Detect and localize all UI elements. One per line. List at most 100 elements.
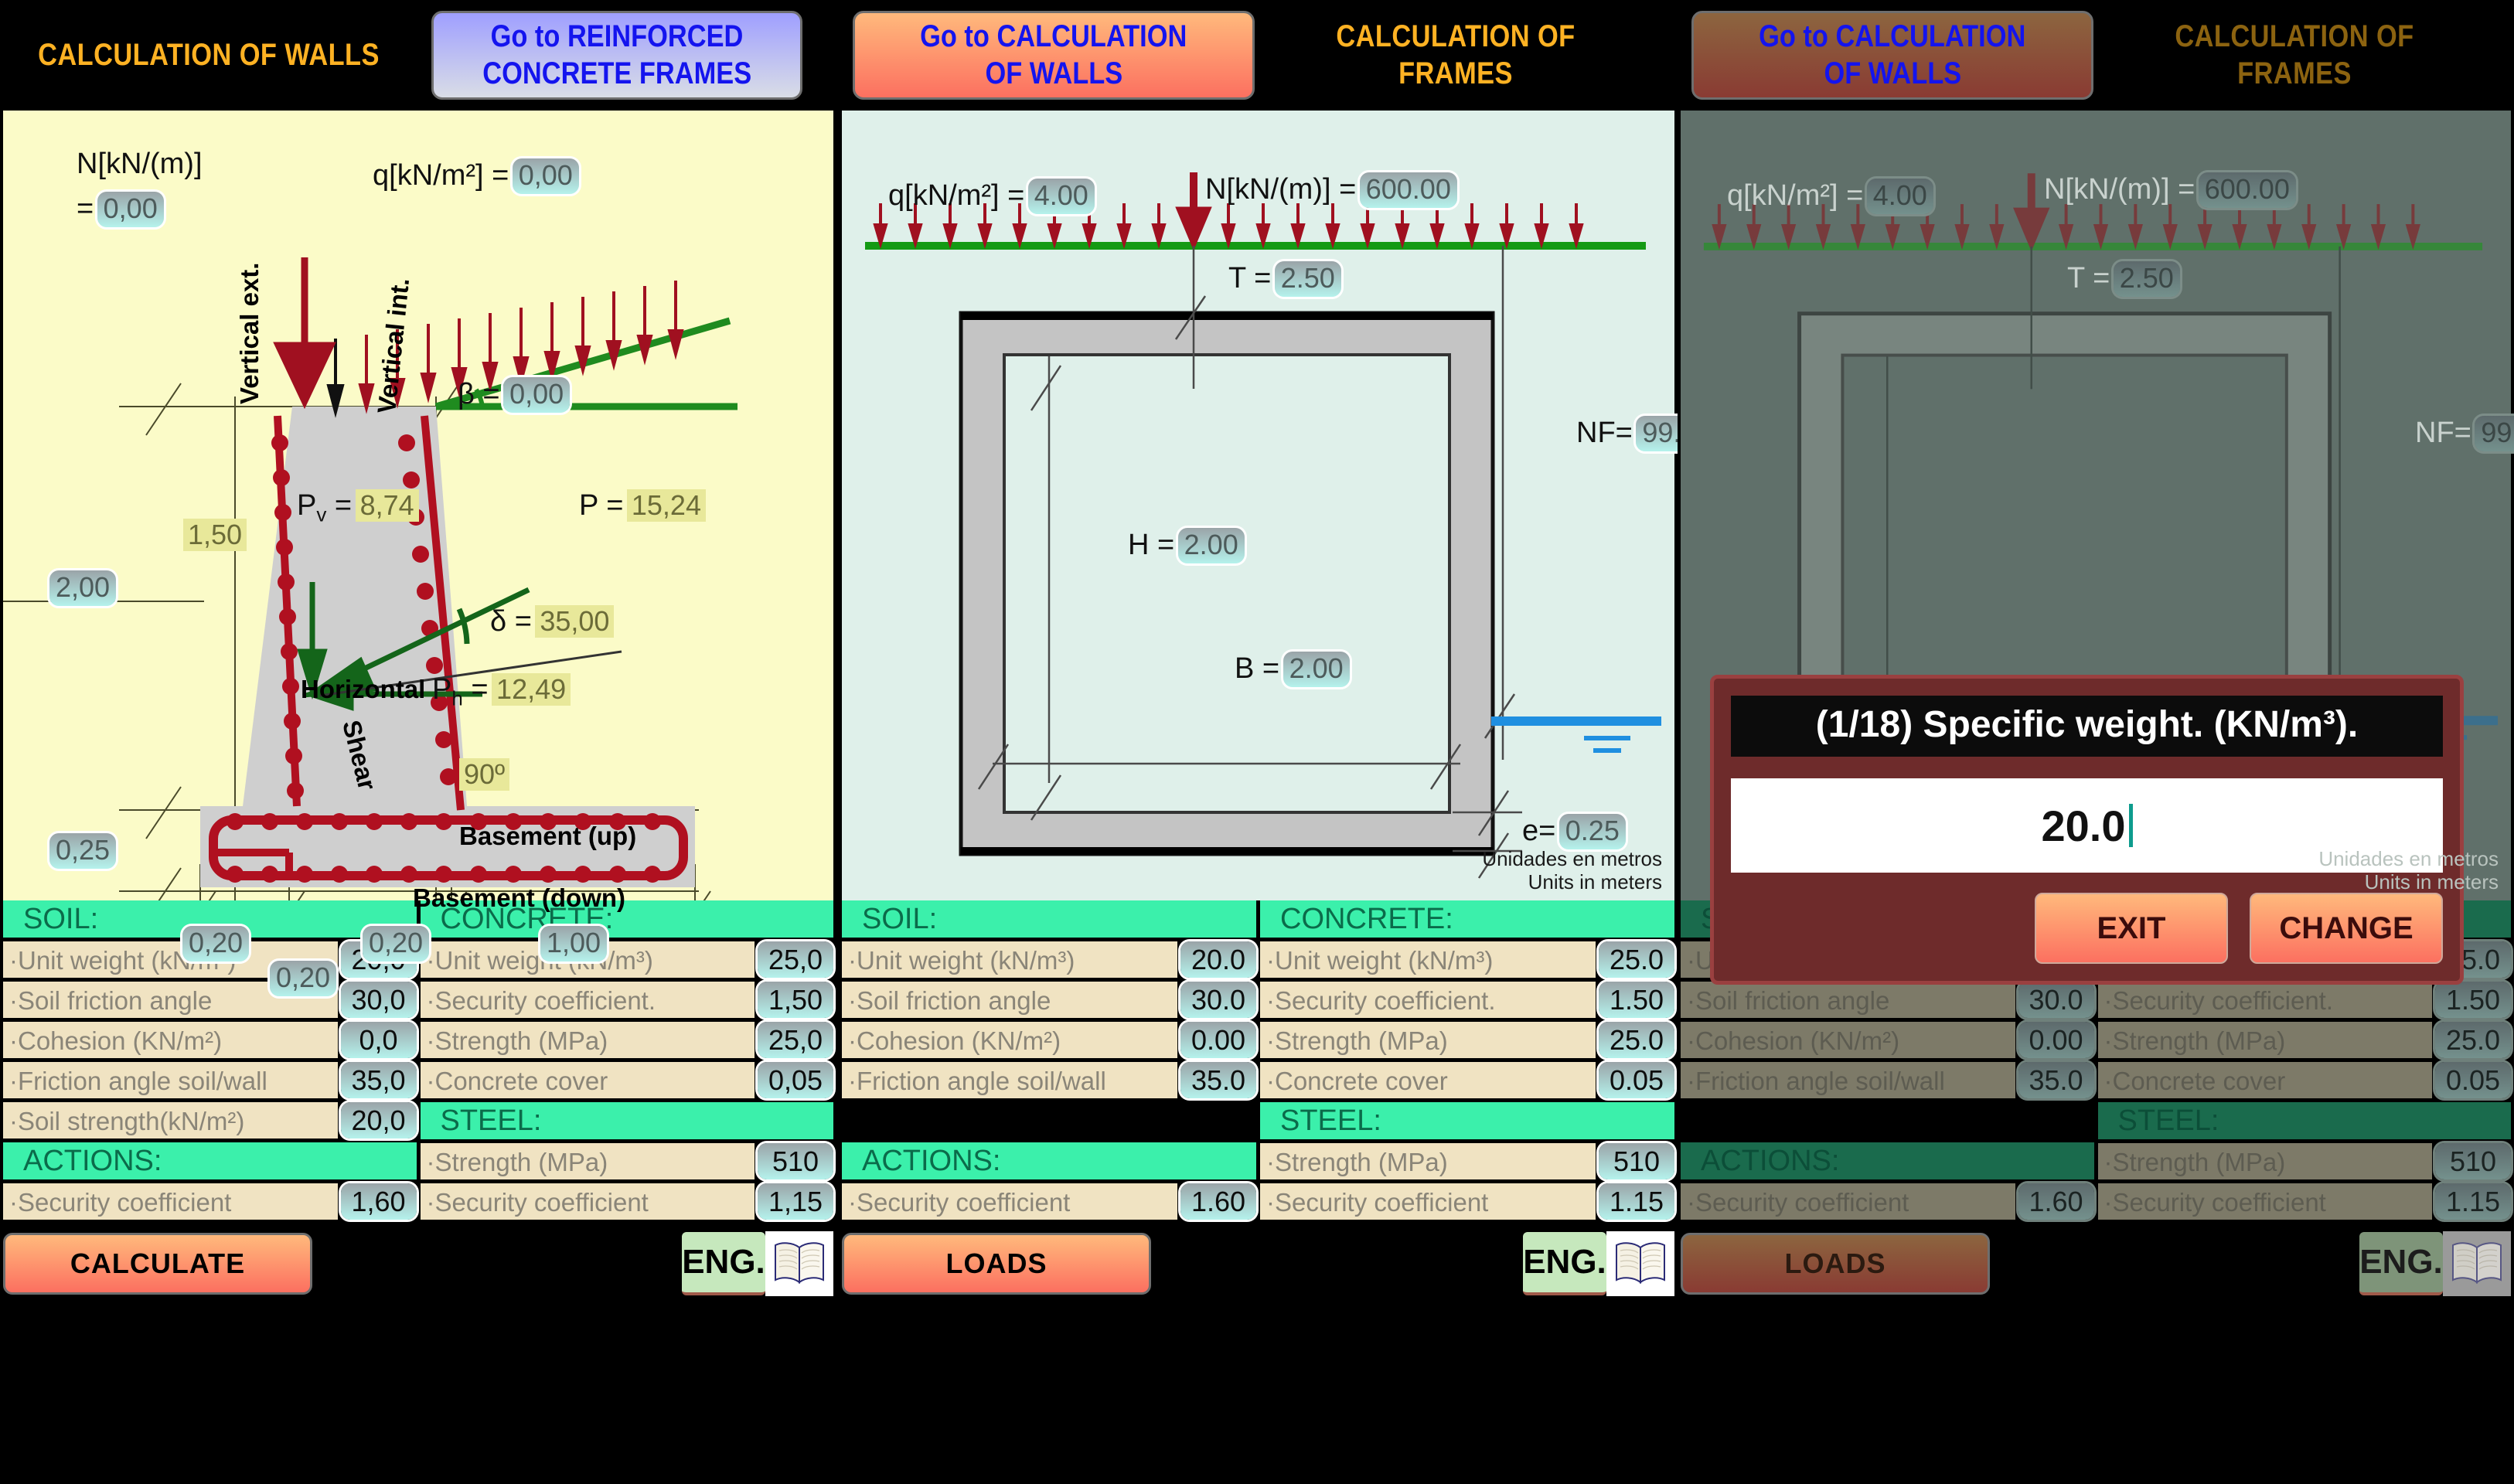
dim-footing-thickness[interactable]: 0,25 — [49, 833, 117, 869]
dim-toe-width[interactable]: 0,20 — [182, 926, 250, 962]
language-button[interactable]: ENG. — [1523, 1232, 1606, 1295]
row-value[interactable]: 0.05 — [1599, 1062, 1674, 1098]
row-value[interactable]: 510 — [1599, 1143, 1674, 1179]
dim-stem-height[interactable]: 1,50 — [183, 519, 247, 551]
table-row: ·Friction angle soil/wall 35.0 — [1681, 1062, 2094, 1098]
table-row[interactable]: ·Soil friction angle 30,0 — [3, 982, 417, 1018]
p-group: P = 15,24 — [579, 489, 706, 522]
table-row[interactable]: ·Security coefficient 1.15 — [1260, 1183, 1674, 1220]
table-row[interactable]: ·Unit weight (kN/m³) 20.0 — [842, 941, 1256, 978]
row-value[interactable]: 0.00 — [1180, 1022, 1256, 1058]
calculate-button[interactable]: CALCULATE — [3, 1233, 312, 1295]
go-to-calculation-of-walls-button[interactable]: Go to CALCULATION OF WALLS — [853, 11, 1255, 100]
e-value-input[interactable]: 0.25 — [1558, 814, 1626, 849]
dialog-exit-button[interactable]: EXIT — [2035, 893, 2228, 964]
table-row[interactable]: ·Unit weight (kN/m³) 25.0 — [1260, 941, 1674, 978]
row-value[interactable]: 20.0 — [1180, 941, 1256, 978]
table-row[interactable]: ·Security coefficient. 1.50 — [1260, 982, 1674, 1018]
row-label: ·Soil friction angle — [842, 982, 1177, 1018]
row-value[interactable]: 25.0 — [1599, 941, 1674, 978]
q-group-p2[interactable]: q[kN/m²] = 4.00 — [888, 179, 1095, 214]
loads-button[interactable]: LOADS — [842, 1233, 1151, 1295]
dim-stem-bottom-width[interactable]: 0,20 — [363, 926, 430, 962]
dim-stem-top-width-value[interactable]: 0,20 — [270, 961, 337, 996]
h-value-input[interactable]: 2.00 — [1177, 528, 1245, 563]
row-value[interactable]: 25,0 — [758, 1022, 833, 1058]
n-group-p2[interactable]: N[kN/(m)] = 600.00 — [1205, 172, 1457, 208]
row-value[interactable]: 0,05 — [758, 1062, 833, 1098]
table-row[interactable]: ·Security coefficient. 1,50 — [420, 982, 833, 1018]
row-value: 0.00 — [2018, 1022, 2094, 1058]
row-value[interactable]: 35,0 — [340, 1062, 417, 1098]
table-row[interactable]: ·Cohesion (KN/m²) 0,0 — [3, 1022, 417, 1058]
row-value[interactable]: 30,0 — [340, 982, 417, 1018]
table-row[interactable]: ·Cohesion (KN/m²) 0.00 — [842, 1022, 1256, 1058]
row-value[interactable]: 510 — [758, 1143, 833, 1179]
panel1-title-line2: OF WALLS — [239, 37, 380, 72]
q-value-input[interactable]: 0,00 — [512, 158, 579, 194]
row-value[interactable]: 1,60 — [340, 1183, 417, 1220]
row-value[interactable]: 1,50 — [758, 982, 833, 1018]
dim-stem-bottom-width-value[interactable]: 0,20 — [363, 926, 430, 962]
row-value[interactable]: 20,0 — [340, 1102, 417, 1139]
table-row[interactable]: ·Security coefficient 1,15 — [420, 1183, 833, 1220]
q-value-input[interactable]: 4.00 — [1027, 179, 1095, 214]
row-value[interactable]: 0,0 — [340, 1022, 417, 1058]
t-group-p2[interactable]: T = 2.50 — [1228, 261, 1341, 297]
language-button[interactable]: ENG. — [682, 1232, 765, 1295]
dim-total-height-value[interactable]: 2,00 — [49, 570, 117, 606]
b-group-p2[interactable]: B = 2.00 — [1235, 652, 1350, 687]
nf-group-p2[interactable]: NF= 99.00 — [1576, 416, 1678, 451]
beta-value-input[interactable]: 0,00 — [503, 377, 571, 413]
dim-toe-width-value[interactable]: 0,20 — [182, 926, 250, 962]
normal-load-value-group[interactable]: = 0,00 — [77, 192, 164, 227]
app-screenshot: CALCULATION OF WALLS Go to REINFORCED CO… — [0, 0, 2514, 1484]
panel2-left-column: SOIL: ·Unit weight (kN/m³) 20.0 ·Soil fri… — [842, 900, 1256, 1224]
e-group-p2[interactable]: e= 0.25 — [1522, 814, 1626, 849]
row-value[interactable]: 1.15 — [1599, 1183, 1674, 1220]
dim-total-height[interactable]: 2,00 — [49, 570, 117, 606]
dim-heel-width[interactable]: 1,00 — [540, 926, 608, 962]
table-row[interactable]: ·Security coefficient 1.60 — [842, 1183, 1256, 1220]
book-icon[interactable] — [765, 1231, 833, 1296]
table-row[interactable]: ·Strength (MPa) 510 — [420, 1143, 833, 1179]
dialog-change-button[interactable]: CHANGE — [2250, 893, 2443, 964]
dim-stem-top-width[interactable]: 0,20 — [270, 961, 337, 996]
beta-angle-group[interactable]: β = 0,00 — [458, 377, 571, 413]
q-group-p3: q[kN/m²] = 4.00 — [1727, 179, 1933, 214]
book-icon[interactable] — [1606, 1231, 1674, 1296]
wall-section-diagram[interactable]: N[kN/(m)] = 0,00 q[kN/m²] = 0,00 β = 0,0… — [3, 111, 833, 996]
row-value[interactable]: 25,0 — [758, 941, 833, 978]
dim-stem-height-value[interactable]: 1,50 — [183, 519, 247, 551]
table-row[interactable]: ·Strength (MPa) 25.0 — [1260, 1022, 1674, 1058]
nf-value-input[interactable]: 99.00 — [1636, 416, 1678, 451]
table-row[interactable]: ·Security coefficient 1,60 — [3, 1183, 417, 1220]
table-row[interactable]: ·Strength (MPa) 25,0 — [420, 1022, 833, 1058]
table-row[interactable]: ·Concrete cover 0,05 — [420, 1062, 833, 1098]
table-row[interactable]: ·Friction angle soil/wall 35.0 — [842, 1062, 1256, 1098]
panel2-footer: LOADS ENG. — [839, 1228, 1678, 1299]
row-value[interactable]: 35.0 — [1180, 1062, 1256, 1098]
go-to-reinforced-concrete-frames-button[interactable]: Go to REINFORCED CONCRETE FRAMES — [431, 11, 802, 100]
dim-footing-thickness-value[interactable]: 0,25 — [49, 833, 117, 869]
row-value[interactable]: 1,15 — [758, 1183, 833, 1220]
frame-section-diagram[interactable]: q[kN/m²] = 4.00 N[kN/(m)] = 600.00 T = 2… — [842, 111, 1678, 900]
row-value[interactable]: 25.0 — [1599, 1022, 1674, 1058]
b-value-input[interactable]: 2.00 — [1283, 652, 1350, 687]
go-to-calculation-of-walls-button[interactable]: Go to CALCULATION OF WALLS — [1691, 11, 2093, 100]
row-value[interactable]: 1.60 — [1180, 1183, 1256, 1220]
t-value-input[interactable]: 2.50 — [1274, 261, 1341, 297]
h-group-p2[interactable]: H = 2.00 — [1128, 528, 1245, 563]
table-row[interactable]: ·Friction angle soil/wall 35,0 — [3, 1062, 417, 1098]
table-row[interactable]: ·Strength (MPa) 510 — [1260, 1143, 1674, 1179]
table-row[interactable]: ·Unit weight (kN/m³) 25,0 — [420, 941, 833, 978]
table-row[interactable]: ·Soil strength(kN/m²) 20,0 — [3, 1102, 417, 1139]
row-value[interactable]: 1.50 — [1599, 982, 1674, 1018]
row-value[interactable]: 30.0 — [1180, 982, 1256, 1018]
n-value-input[interactable]: 0,00 — [97, 192, 164, 227]
n-value-input[interactable]: 600.00 — [1359, 172, 1457, 208]
table-row[interactable]: ·Soil friction angle 30.0 — [842, 982, 1256, 1018]
dim-heel-width-value[interactable]: 1,00 — [540, 926, 608, 962]
surcharge-label-group[interactable]: q[kN/m²] = 0,00 — [373, 158, 579, 194]
table-row[interactable]: ·Concrete cover 0.05 — [1260, 1062, 1674, 1098]
